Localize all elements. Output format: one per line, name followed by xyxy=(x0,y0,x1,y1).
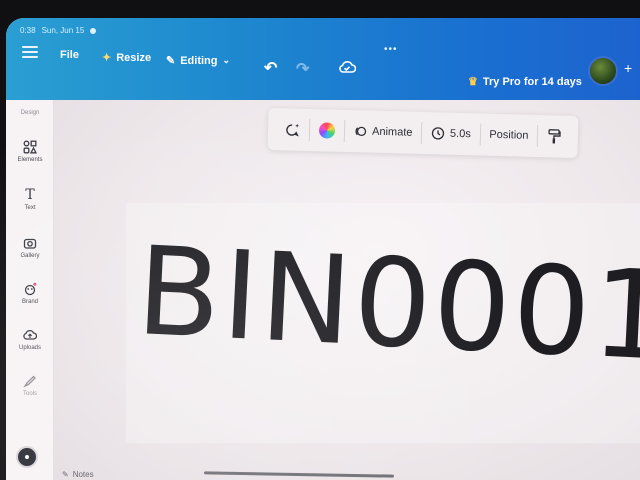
undo-icon: ↶ xyxy=(264,60,278,77)
resize-button[interactable]: ✦ Resize xyxy=(102,51,152,65)
duration-button[interactable]: 5.0s xyxy=(421,112,480,155)
pencil-icon: ✎ xyxy=(166,55,176,67)
copy-style-button[interactable] xyxy=(537,115,570,158)
redo-button[interactable]: ↷ xyxy=(296,59,309,79)
plus-icon[interactable]: + xyxy=(624,60,632,76)
text-icon: T xyxy=(25,187,35,203)
upload-icon xyxy=(23,329,37,340)
color-wheel-icon xyxy=(318,122,335,139)
avatar[interactable] xyxy=(588,56,618,86)
elements-icon xyxy=(23,140,37,154)
color-button[interactable] xyxy=(309,109,344,152)
sparkle-icon: ✦ xyxy=(102,52,112,64)
brand-icon xyxy=(24,282,37,296)
clock-icon xyxy=(431,127,445,140)
try-pro-button[interactable]: ♛ Try Pro for 14 days xyxy=(468,75,582,89)
rail-item-elements[interactable]: Elements xyxy=(6,140,54,163)
rail-item-label: Text xyxy=(24,205,36,211)
save-status-button[interactable] xyxy=(338,60,356,74)
file-label: File xyxy=(60,49,79,61)
file-button[interactable]: File xyxy=(60,49,79,61)
magic-edit-button[interactable] xyxy=(276,108,310,151)
redo-icon: ↷ xyxy=(296,61,310,78)
editing-label: Editing xyxy=(180,54,218,67)
position-label: Position xyxy=(489,128,529,142)
status-date: Sun, Jun 15 xyxy=(41,26,85,35)
speech-sparkle-icon xyxy=(286,123,300,137)
animate-icon xyxy=(355,126,367,137)
rail-design-label[interactable]: Design xyxy=(6,110,54,116)
status-indicator-icon xyxy=(90,27,97,34)
notes-icon: ✎ xyxy=(62,470,69,479)
camera-icon xyxy=(23,238,37,249)
rail-item-label: Elements xyxy=(17,157,43,163)
crown-icon: ♛ xyxy=(468,76,478,88)
notes-label: Notes xyxy=(72,470,94,479)
app-screen: 0:38 Sun, Jun 15 ••• File ✦ Resize ✎ Edi… xyxy=(6,18,640,480)
cloud-check-icon xyxy=(339,61,356,73)
animate-label: Animate xyxy=(371,125,413,139)
draw-icon xyxy=(23,375,36,388)
canvas-text-element[interactable]: BIN0001 xyxy=(134,220,640,388)
resize-label: Resize xyxy=(116,51,152,64)
animate-button[interactable]: Animate xyxy=(344,110,422,154)
position-button[interactable]: Position xyxy=(480,114,538,157)
rail-item-tools[interactable]: Tools xyxy=(6,374,54,397)
rail-item-uploads[interactable]: Uploads xyxy=(6,328,54,351)
editing-mode-button[interactable]: ✎ Editing ⌄ xyxy=(166,54,231,68)
assistant-button[interactable] xyxy=(16,446,38,468)
rail-item-brand[interactable]: Brand xyxy=(6,282,54,305)
status-time: 0:38 xyxy=(20,26,36,35)
app-header: 0:38 Sun, Jun 15 ••• File ✦ Resize ✎ Edi… xyxy=(6,18,640,100)
status-bar: 0:38 Sun, Jun 15 xyxy=(20,26,97,35)
rail-item-text[interactable]: T Text xyxy=(6,188,54,211)
chevron-down-icon: ⌄ xyxy=(222,55,231,65)
duration-label: 5.0s xyxy=(449,127,471,141)
try-pro-label: Try Pro for 14 days xyxy=(482,75,582,88)
undo-button[interactable]: ↶ xyxy=(264,58,277,78)
rail-item-label: Uploads xyxy=(18,345,41,351)
rail-item-label: Brand xyxy=(21,299,38,305)
three-dots-icon[interactable]: ••• xyxy=(384,44,398,55)
paint-roller-icon xyxy=(548,129,561,144)
notes-button[interactable]: ✎ Notes xyxy=(62,470,94,479)
side-rail: Design Elements T Text Gallery Brand Upl… xyxy=(6,100,54,480)
rail-item-label: Gallery xyxy=(20,253,40,259)
menu-icon[interactable] xyxy=(22,46,38,58)
device-frame: 0:38 Sun, Jun 15 ••• File ✦ Resize ✎ Edi… xyxy=(0,0,640,480)
rail-item-label: Tools xyxy=(22,391,37,397)
floating-toolbar: Animate 5.0s Position xyxy=(267,107,579,159)
rail-item-gallery[interactable]: Gallery xyxy=(6,236,54,259)
